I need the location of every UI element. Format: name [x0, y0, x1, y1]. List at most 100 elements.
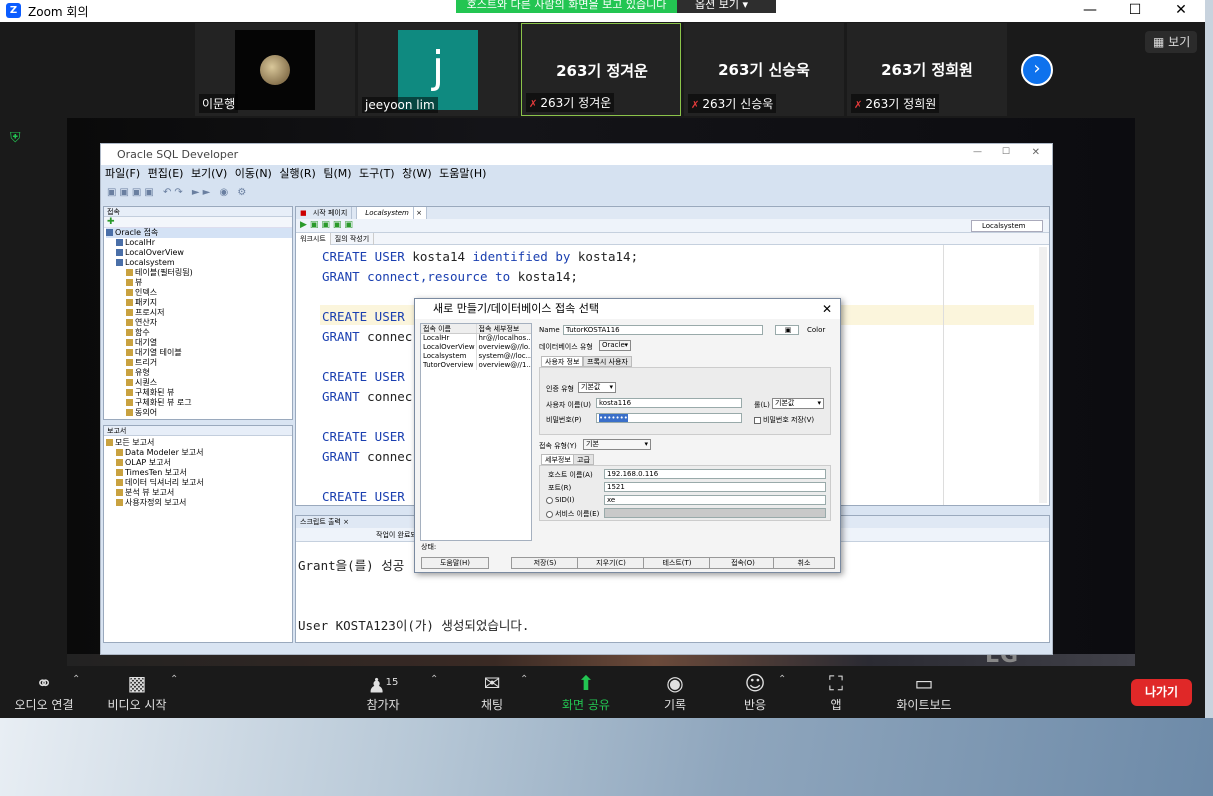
- tree-item[interactable]: 유형: [106, 368, 292, 378]
- tree-item[interactable]: 인덱스: [106, 288, 292, 298]
- editor-scrollbar[interactable]: [1039, 247, 1047, 503]
- dialog-close-icon[interactable]: ✕: [822, 299, 832, 319]
- port-input[interactable]: 1521: [604, 482, 826, 492]
- role-select[interactable]: 기본값: [772, 398, 824, 409]
- menu-view[interactable]: 보기(V): [191, 165, 227, 183]
- sqldev-maximize-button[interactable]: ☐: [1002, 147, 1010, 157]
- minimize-button[interactable]: —: [1067, 0, 1113, 22]
- tree-item[interactable]: 동의어: [106, 408, 292, 418]
- menu-run[interactable]: 실행(R): [279, 165, 315, 183]
- toolbar-icons[interactable]: ▣▣▣▣ ↶↷ ►► ◉ ⚙: [107, 187, 249, 198]
- sid-radio[interactable]: SID(I): [546, 496, 574, 504]
- list-item[interactable]: LocalHr hr@//localhos...: [421, 334, 531, 343]
- report-item[interactable]: OLAP 보고서: [106, 458, 292, 468]
- tree-item[interactable]: 시퀀스: [106, 378, 292, 388]
- tree-item[interactable]: LocalOverView: [106, 248, 292, 258]
- tree-item[interactable]: 뷰: [106, 278, 292, 288]
- tree-item[interactable]: 테이블(필터링됨): [106, 268, 292, 278]
- tab-details[interactable]: 세부정보: [541, 454, 575, 465]
- username-input[interactable]: kosta116: [596, 398, 742, 408]
- tab-start-page[interactable]: ■ 시작 페이지: [296, 207, 358, 219]
- sqldev-minimize-button[interactable]: —: [973, 147, 982, 157]
- save-button[interactable]: 저장(S): [511, 557, 579, 569]
- share-screen-button[interactable]: ⬆ 화면 공유: [556, 666, 616, 718]
- menu-window[interactable]: 창(W): [402, 165, 432, 183]
- host-input[interactable]: 192.168.0.116: [604, 469, 826, 479]
- run-statement-icon[interactable]: ▶▣▣▣▣: [300, 220, 356, 230]
- participant-tile[interactable]: 이문행: [195, 23, 355, 116]
- tree-item[interactable]: 구체화된 뷰 로그: [106, 398, 292, 408]
- apps-button[interactable]: ⛶ 앱: [816, 666, 856, 718]
- tree-item[interactable]: 트리거: [106, 358, 292, 368]
- video-options-chevron-icon[interactable]: ⌃: [170, 674, 178, 685]
- menu-edit[interactable]: 편집(E): [148, 165, 184, 183]
- chat-button[interactable]: ✉ 채팅: [470, 666, 514, 718]
- report-item[interactable]: Data Modeler 보고서: [106, 448, 292, 458]
- reactions-button[interactable]: ☺ 반응: [734, 666, 776, 718]
- add-connection-icon[interactable]: ✚: [104, 217, 115, 227]
- tree-item[interactable]: LocalHr: [106, 238, 292, 248]
- report-item[interactable]: 모든 보고서: [106, 438, 292, 448]
- tree-item[interactable]: 패키지: [106, 298, 292, 308]
- test-button[interactable]: 테스트(T): [643, 557, 711, 569]
- color-picker-button[interactable]: ▣: [775, 325, 799, 335]
- report-item[interactable]: 사용자정의 보고서: [106, 498, 292, 508]
- menu-tools[interactable]: 도구(T): [359, 165, 395, 183]
- tab-proxy-user[interactable]: 프록시 사용자: [583, 356, 632, 367]
- chat-chevron-icon[interactable]: ⌃: [520, 674, 528, 685]
- participants-chevron-icon[interactable]: ⌃: [430, 674, 438, 685]
- report-item[interactable]: 데이터 딕셔너리 보고서: [106, 478, 292, 488]
- tree-item[interactable]: 대기열 테이블: [106, 348, 292, 358]
- report-item[interactable]: 분석 뷰 보고서: [106, 488, 292, 498]
- reactions-chevron-icon[interactable]: ⌃: [778, 674, 786, 685]
- audio-button[interactable]: ⚭ 오디오 연결: [8, 666, 80, 718]
- tree-item[interactable]: 구체화된 뷰: [106, 388, 292, 398]
- menu-help[interactable]: 도움말(H): [439, 165, 486, 183]
- service-name-radio[interactable]: 서비스 이름(E): [546, 509, 599, 519]
- auth-type-select[interactable]: 기본값: [578, 382, 616, 393]
- sqldev-close-button[interactable]: ✕: [1032, 147, 1040, 158]
- menu-navigate[interactable]: 이동(N): [235, 165, 272, 183]
- service-name-input[interactable]: [604, 508, 826, 518]
- clear-button[interactable]: 지우기(C): [577, 557, 645, 569]
- list-item[interactable]: TutorOverview overview@//1...: [421, 361, 531, 370]
- tree-item[interactable]: 연산자: [106, 318, 292, 328]
- db-type-select[interactable]: Oracle: [599, 340, 631, 351]
- tab-advanced[interactable]: 고급: [573, 454, 594, 465]
- tree-item[interactable]: 프로시저: [106, 308, 292, 318]
- sid-input[interactable]: xe: [604, 495, 826, 505]
- tree-item[interactable]: 함수: [106, 328, 292, 338]
- name-input[interactable]: TutorKOSTA116: [563, 325, 763, 335]
- view-options-button[interactable]: 옵션 보기 ▾: [677, 0, 776, 13]
- security-shield-icon[interactable]: ⛨: [10, 130, 26, 146]
- connections-toolbar[interactable]: ✚: [104, 217, 292, 228]
- cancel-button[interactable]: 취소: [773, 557, 835, 569]
- record-button[interactable]: ◉ 기록: [652, 666, 698, 718]
- maximize-button[interactable]: ☐: [1112, 0, 1158, 22]
- close-button[interactable]: ✕: [1158, 0, 1204, 22]
- connection-select[interactable]: Localsystem: [971, 220, 1043, 232]
- audio-options-chevron-icon[interactable]: ⌃: [72, 674, 80, 685]
- leave-button[interactable]: 나가기: [1131, 679, 1192, 706]
- video-button[interactable]: ▩ 비디오 시작: [100, 666, 174, 718]
- connect-button[interactable]: 접속(O): [709, 557, 777, 569]
- participants-button[interactable]: ♟15 참가자: [356, 666, 410, 718]
- whiteboard-button[interactable]: ▭ 화이트보드: [888, 666, 960, 718]
- connection-type-select[interactable]: 기본: [583, 439, 651, 450]
- tab-user-info[interactable]: 사용자 정보: [541, 356, 584, 367]
- help-button[interactable]: 도움말(H): [421, 557, 489, 569]
- next-page-icon[interactable]: ›: [1021, 54, 1053, 86]
- menu-team[interactable]: 팀(M): [323, 165, 351, 183]
- view-button[interactable]: ▦ 보기: [1145, 31, 1197, 53]
- tab-query-builder[interactable]: 질의 작성기: [331, 233, 375, 245]
- report-item[interactable]: TimesTen 보고서: [106, 468, 292, 478]
- list-item[interactable]: Localsystem system@//loc...: [421, 352, 531, 361]
- tab-localsystem[interactable]: Localsystem ×: [357, 207, 427, 219]
- participant-tile[interactable]: j jeeyoon lim: [358, 23, 518, 116]
- tree-item[interactable]: Localsystem: [106, 258, 292, 268]
- participant-tile[interactable]: 263기 정겨운 ✗ 263기 정겨운: [521, 23, 681, 116]
- tab-worksheet[interactable]: 워크시트: [296, 233, 331, 245]
- tree-item[interactable]: Oracle 접속: [106, 228, 292, 238]
- save-password-checkbox[interactable]: 비밀번호 저장(V): [754, 415, 814, 425]
- tree-item[interactable]: 대기열: [106, 338, 292, 348]
